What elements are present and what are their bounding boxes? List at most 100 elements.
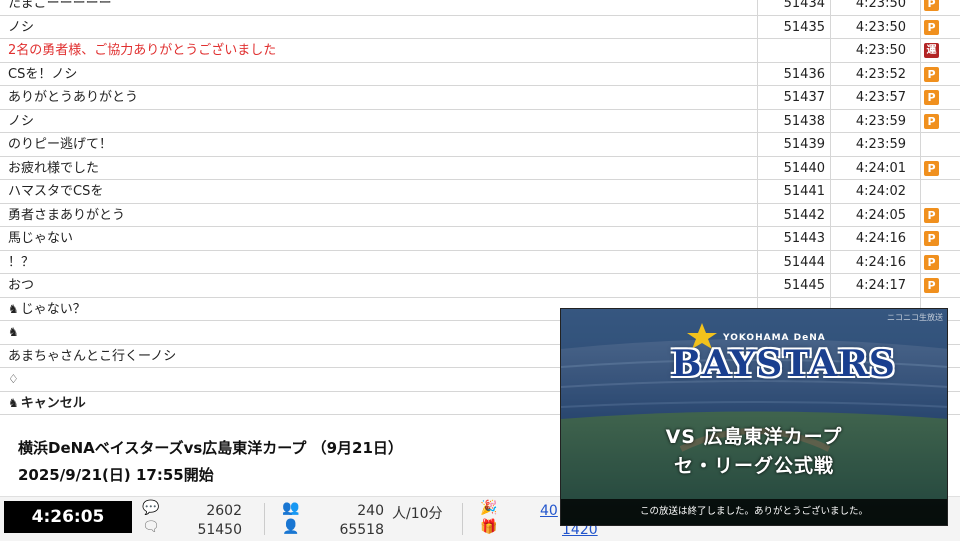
broadcast-ended-message: この放送は終了しました。ありがとうございました。	[561, 499, 947, 525]
viewers-rate-icon: 👥	[282, 500, 300, 516]
ad-points-link[interactable]: 40	[540, 503, 558, 519]
comment-text: キャンセル	[20, 395, 86, 411]
comment-badge-cell: P	[920, 86, 943, 109]
comment-text-cell: ありがとうありがとう	[8, 86, 753, 109]
program-title: 横浜DeNAベイスターズvs広島東洋カープ （9月21日）	[18, 439, 403, 457]
comment-text: お疲れ様でした	[8, 160, 100, 176]
comment-number: 51434	[757, 0, 828, 15]
comment-time: 4:23:59	[830, 109, 920, 133]
cancel-icon: ♞	[8, 395, 19, 410]
ad-icon: 🎉	[480, 500, 498, 516]
comment-number: 51440	[757, 156, 828, 180]
comments-stack-icon: 🗨	[142, 519, 160, 535]
comment-text-cell: お疲れ様でした	[8, 157, 753, 180]
comment-badge-cell: P	[920, 250, 943, 274]
comment-time: 4:24:05	[830, 203, 920, 227]
comment-number: 51439	[757, 133, 828, 156]
comment-row[interactable]: ハマスタでCSを 51441 4:24:02	[0, 180, 960, 204]
comment-time: 4:23:52	[830, 62, 920, 86]
premium-badge: P	[924, 90, 939, 105]
comment-row[interactable]: ノシ 51438 4:23:59 P	[0, 109, 960, 133]
comment-badge-cell: P	[920, 109, 943, 133]
elapsed-time: 4:26:05	[4, 501, 132, 533]
comment-text-cell: ！？	[8, 251, 753, 274]
premium-badge: P	[924, 231, 939, 246]
comment-badge-cell: P	[920, 0, 943, 15]
comment-number: 51436	[757, 62, 828, 86]
comment-text: ノシ	[8, 113, 35, 129]
comment-icon: 💬	[142, 500, 160, 516]
comment-text: あまちゃさんとこ行くーノシ	[8, 348, 177, 364]
comments-per-min: 2602	[206, 503, 242, 519]
comment-text: ノシ	[8, 19, 35, 35]
comment-text: ハマスタでCSを	[8, 184, 104, 199]
premium-badge: P	[924, 113, 939, 129]
comment-number: 51435	[757, 15, 828, 39]
comment-row[interactable]: 2名の勇者様、ご協力ありがとうございました 4:23:50 運	[0, 39, 960, 63]
comment-badge-cell	[920, 133, 943, 156]
comment-row[interactable]: ありがとうありがとう 51437 4:23:57 P	[0, 86, 960, 110]
premium-badge: P	[924, 160, 939, 176]
comment-number	[757, 39, 828, 62]
comment-row[interactable]: 馬じゃない 51443 4:24:16 P	[0, 227, 960, 251]
matchup-title: VS 広島東洋カープ	[665, 426, 843, 448]
comment-badge-cell	[920, 180, 943, 203]
horse-icon: ♞	[8, 325, 19, 339]
comment-row[interactable]: ノシ 51435 4:23:50 P	[0, 15, 960, 39]
comment-number: 51441	[757, 180, 828, 203]
comment-text: 馬じゃない	[8, 231, 74, 246]
comment-text: ありがとうありがとう	[8, 90, 139, 105]
program-info: 横浜DeNAベイスターズvs広島東洋カープ （9月21日） 2025/9/21(…	[0, 428, 560, 496]
comment-time: 4:23:57	[830, 86, 920, 109]
comment-number: 51444	[757, 250, 828, 274]
comment-badge-cell: P	[920, 62, 943, 86]
comment-row[interactable]: たまごーーーーー 51434 4:23:50 P	[0, 0, 960, 16]
video-watermark: ニコニコ生放送	[887, 313, 943, 322]
comment-badge-cell: P	[920, 274, 943, 297]
premium-badge: P	[924, 278, 939, 293]
comment-time: 4:23:50	[830, 15, 920, 39]
logo-subtitle: YOKOHAMA DeNA	[723, 333, 826, 343]
comment-badge-cell: P	[920, 156, 943, 180]
viewer-icon: 👤	[282, 519, 300, 535]
comment-row[interactable]: お疲れ様でした 51440 4:24:01 P	[0, 156, 960, 180]
horse-icon: ♞	[8, 301, 19, 316]
comment-text: たまごーーーーー	[8, 0, 112, 11]
comment-text: のりピー逃げて！	[8, 137, 113, 152]
comment-time: 4:23:59	[830, 133, 920, 156]
comment-row[interactable]: CSを！ノシ 51436 4:23:52 P	[0, 62, 960, 86]
premium-badge: P	[924, 19, 939, 35]
comment-row[interactable]: 勇者さまありがとう 51442 4:24:05 P	[0, 203, 960, 227]
comment-text-cell: 馬じゃない	[8, 227, 753, 250]
program-start-time: 2025/9/21(日) 17:55開始	[18, 466, 214, 484]
comment-text: じゃない？	[20, 301, 86, 317]
comment-row[interactable]: ！？ 51444 4:24:16 P	[0, 250, 960, 274]
stats-divider	[462, 503, 463, 535]
operator-badge: 運	[924, 43, 939, 58]
comment-text-cell: 2名の勇者様、ご協力ありがとうございました	[8, 39, 753, 62]
comment-text: 2名の勇者様、ご協力ありがとうございました	[8, 43, 277, 58]
comment-time: 4:24:01	[830, 156, 920, 180]
comments-total: 51450	[197, 522, 242, 538]
comment-text-cell: 勇者さまありがとう	[8, 204, 753, 227]
comment-text: ！？	[8, 254, 35, 270]
comment-row[interactable]: のりピー逃げて！ 51439 4:23:59	[0, 133, 960, 157]
comment-number: 51442	[757, 203, 828, 227]
comment-text-cell: ハマスタでCSを	[8, 180, 753, 203]
premium-badge: P	[924, 254, 939, 270]
comment-text: CSを！ノシ	[8, 66, 78, 82]
league-title: セ・リーグ公式戦	[673, 455, 834, 477]
video-player[interactable]: ニコニコ生放送 YOKOHAMA DeNA BAYSTARS VS 広島東洋カー…	[560, 308, 948, 526]
comment-text-cell: たまごーーーーー	[8, 0, 753, 15]
comment-time: 4:24:02	[830, 180, 920, 203]
comment-text: 勇者さまありがとう	[8, 207, 126, 223]
comment-row[interactable]: おつ 51445 4:24:17 P	[0, 274, 960, 298]
comment-badge-cell: P	[920, 227, 943, 250]
comment-number: 51438	[757, 109, 828, 133]
viewers-total: 65518	[339, 522, 384, 538]
comment-text-cell: CSを！ノシ	[8, 63, 753, 86]
comment-time: 4:24:16	[830, 227, 920, 250]
tooth-icon: ♢	[8, 372, 19, 386]
stats-divider	[264, 503, 265, 535]
team-logo: BAYSTARS	[671, 343, 896, 385]
